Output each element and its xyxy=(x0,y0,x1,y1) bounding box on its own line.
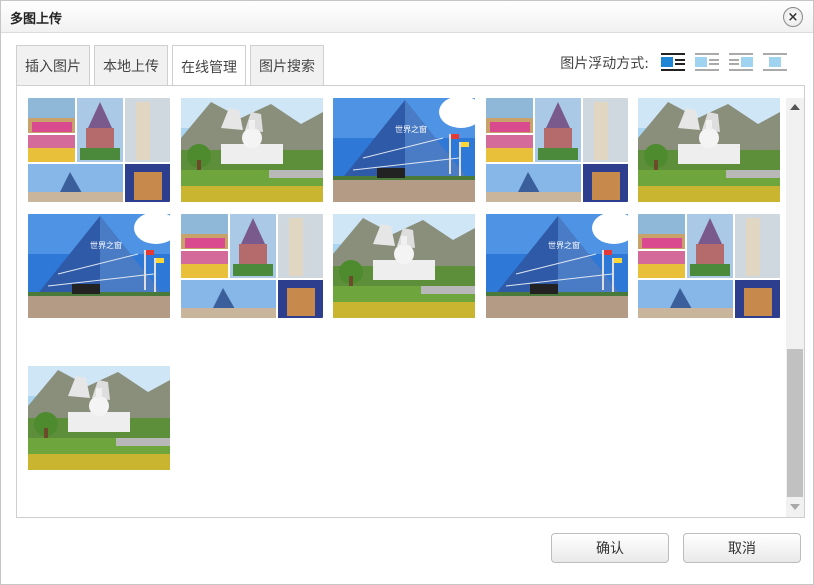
image-thumbnail-collage[interactable] xyxy=(638,214,780,318)
image-thumbnail-collage[interactable] xyxy=(28,98,170,202)
tab-image-search[interactable]: 图片搜索 xyxy=(250,45,324,86)
float-mode-bar: 图片浮动方式: xyxy=(560,53,787,73)
scrollbar-thumb[interactable] xyxy=(787,349,803,497)
confirm-button[interactable]: 确认 xyxy=(551,533,669,563)
float-mode-label: 图片浮动方式: xyxy=(560,56,649,72)
image-thumbnail-capitol[interactable] xyxy=(28,366,170,508)
tab-online-manage[interactable]: 在线管理 xyxy=(172,45,246,87)
tab-insert-image[interactable]: 插入图片 xyxy=(16,45,90,86)
image-thumbnail-pyramid[interactable]: 世界之窗 xyxy=(333,98,475,202)
svg-text:世界之窗: 世界之窗 xyxy=(90,240,122,250)
vertical-scrollbar[interactable] xyxy=(786,98,804,517)
image-thumbnail-collage[interactable] xyxy=(486,98,628,202)
image-thumbnail-pyramid[interactable]: 世界之窗 xyxy=(28,214,170,318)
tab-bar: 插入图片 本地上传 在线管理 图片搜索 xyxy=(16,45,324,87)
float-right-icon[interactable] xyxy=(729,53,753,73)
float-left-icon[interactable] xyxy=(695,53,719,73)
image-thumbnail-capitol[interactable] xyxy=(333,214,475,318)
image-thumbnail-capitol[interactable] xyxy=(181,98,323,202)
tab-local-upload[interactable]: 本地上传 xyxy=(94,45,168,86)
multi-image-upload-dialog: 多图上传 × 插入图片 本地上传 在线管理 图片搜索 图片浮动方式: 世界之窗 … xyxy=(0,0,814,585)
svg-text:世界之窗: 世界之窗 xyxy=(395,124,427,134)
close-icon[interactable]: × xyxy=(783,7,803,27)
dialog-titlebar: 多图上传 × xyxy=(1,1,813,33)
scroll-up-arrow-icon[interactable] xyxy=(790,104,800,110)
image-thumbnail-collage[interactable] xyxy=(181,214,323,318)
scroll-down-arrow-icon[interactable] xyxy=(790,504,800,510)
float-none-icon[interactable] xyxy=(661,53,685,73)
image-thumbnail-capitol[interactable] xyxy=(638,98,780,202)
dialog-title: 多图上传 xyxy=(10,12,63,27)
cancel-button[interactable]: 取消 xyxy=(683,533,801,563)
float-center-icon[interactable] xyxy=(763,53,787,73)
svg-text:世界之窗: 世界之窗 xyxy=(548,240,580,250)
image-thumbnail-pyramid[interactable]: 世界之窗 xyxy=(486,214,628,318)
image-list-panel: 世界之窗 世界之窗 世界之窗 xyxy=(16,85,805,518)
